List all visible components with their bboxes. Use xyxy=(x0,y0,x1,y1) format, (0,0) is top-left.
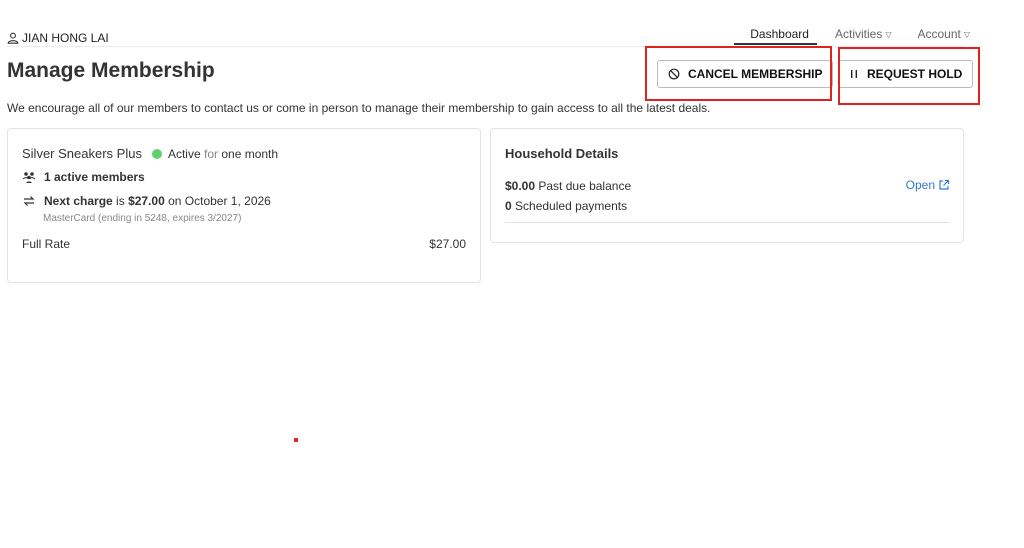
group-icon xyxy=(22,172,36,183)
status-for: for xyxy=(203,146,218,161)
open-label: Open xyxy=(905,178,935,192)
scheduled-count: 0 xyxy=(505,199,512,213)
nav-account-label: Account xyxy=(917,27,961,41)
cancel-membership-label: CANCEL MEMBERSHIP xyxy=(688,67,823,81)
membership-card: Silver Sneakers Plus Active for one mont… xyxy=(7,128,481,283)
nav-activities-label: Activities xyxy=(834,27,883,41)
plan-header: Silver Sneakers Plus Active for one mont… xyxy=(22,146,278,161)
status-badge: Active for one month xyxy=(168,147,278,161)
past-due-row: $0.00 Past due balance xyxy=(505,179,631,193)
page: JIAN HONG LAI Dashboard Activities ▽ Acc… xyxy=(0,0,1024,548)
chevron-down-icon: ▽ xyxy=(963,29,970,39)
household-card: Household Details $0.00 Past due balance… xyxy=(490,128,964,243)
repeat-icon xyxy=(23,196,35,206)
next-charge-is: is xyxy=(116,194,125,208)
request-hold-button[interactable]: REQUEST HOLD xyxy=(838,60,974,88)
page-title: Manage Membership xyxy=(7,59,215,82)
nav-divider xyxy=(7,46,964,47)
past-due-label: Past due balance xyxy=(538,179,632,193)
nav-dashboard-label: Dashboard xyxy=(750,27,809,41)
cancel-icon xyxy=(668,68,680,80)
active-tab-indicator xyxy=(734,43,817,45)
rate-value: $27.00 xyxy=(429,237,466,251)
external-link-icon xyxy=(939,179,950,190)
rate-label: Full Rate xyxy=(22,237,71,251)
intro-text: We encourage all of our members to conta… xyxy=(7,101,711,115)
next-charge-date: on October 1, 2026 xyxy=(168,194,271,208)
next-charge-amount: $27.00 xyxy=(128,194,165,208)
plan-name: Silver Sneakers Plus xyxy=(22,146,142,161)
household-divider xyxy=(505,222,950,223)
payment-method: MasterCard (ending in 5248, expires 3/20… xyxy=(43,213,242,224)
status-dot xyxy=(151,148,162,159)
user-icon xyxy=(7,32,19,44)
chevron-down-icon: ▽ xyxy=(885,29,892,39)
pause-icon xyxy=(851,70,857,78)
request-hold-label: REQUEST HOLD xyxy=(867,67,963,81)
next-charge-text: Next charge is $27.00 on October 1, 2026 xyxy=(44,194,271,208)
active-members-text: 1 active members xyxy=(44,170,145,184)
cancel-membership-button[interactable]: CANCEL MEMBERSHIP xyxy=(657,60,834,88)
past-due-amount: $0.00 xyxy=(505,179,536,193)
nav-activities[interactable]: Activities ▽ xyxy=(835,24,892,44)
next-charge-row: Next charge is $27.00 on October 1, 2026 xyxy=(22,194,271,208)
active-members-row: 1 active members xyxy=(22,170,145,184)
top-navigation: JIAN HONG LAI Dashboard Activities ▽ Acc… xyxy=(0,0,1024,47)
next-charge-label: Next charge xyxy=(44,194,113,208)
status-duration: one month xyxy=(221,146,279,161)
user-name: JIAN HONG LAI xyxy=(22,31,109,45)
scheduled-label: Scheduled payments xyxy=(515,199,628,213)
nav-dashboard[interactable]: Dashboard xyxy=(750,24,809,44)
nav-links: Dashboard Activities ▽ Account ▽ xyxy=(750,24,970,44)
cursor-marker xyxy=(294,438,298,442)
user-display[interactable]: JIAN HONG LAI xyxy=(7,31,109,45)
household-title: Household Details xyxy=(505,146,619,161)
nav-account[interactable]: Account ▽ xyxy=(917,24,970,44)
open-household-link[interactable]: Open xyxy=(906,178,950,192)
scheduled-payments-row: 0 Scheduled payments xyxy=(505,199,627,213)
status-text: Active xyxy=(167,146,201,161)
